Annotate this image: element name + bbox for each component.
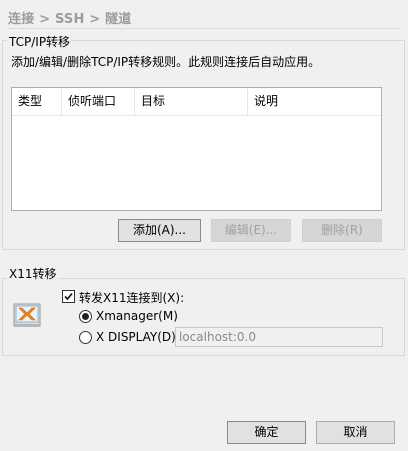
forward-x11-label[interactable]: 转发X11连接到(X): [79, 289, 184, 306]
edit-rule-button[interactable]: 编辑(E)... [211, 219, 291, 242]
tunnel-rules-list[interactable]: 类型 侦听端口 目标 说明 [11, 87, 382, 211]
x-display-input[interactable]: localhost:0.0 [175, 327, 383, 347]
forward-x11-checkbox[interactable] [62, 290, 75, 303]
x-display-radio[interactable] [79, 331, 92, 344]
xmanager-icon [12, 298, 44, 330]
add-rule-button[interactable]: 添加(A)... [118, 219, 201, 242]
breadcrumb: 连接 > SSH > 隧道 [8, 12, 132, 27]
column-header-description[interactable]: 说明 [248, 88, 381, 115]
xmanager-radio[interactable] [79, 310, 92, 323]
ok-button[interactable]: 确定 [227, 421, 306, 444]
column-header-listen-port[interactable]: 侦听端口 [62, 88, 135, 115]
column-header-destination[interactable]: 目标 [135, 88, 248, 115]
delete-rule-button[interactable]: 删除(R) [302, 219, 382, 242]
tcp-forwarding-description: 添加/编辑/删除TCP/IP转移规则。此规则连接后自动应用。 [11, 55, 321, 69]
x11-forwarding-group-title: X11转移 [7, 265, 59, 282]
header-divider [8, 28, 400, 29]
cancel-button[interactable]: 取消 [316, 421, 395, 444]
xmanager-radio-dot [82, 313, 89, 320]
xmanager-radio-label[interactable]: Xmanager(M) [96, 309, 178, 323]
x-display-radio-label[interactable]: X DISPLAY(D): [96, 330, 180, 344]
column-header-type[interactable]: 类型 [12, 88, 62, 115]
tcp-forwarding-group-title: TCP/IP转移 [7, 33, 73, 50]
tunnel-rules-list-header: 类型 侦听端口 目标 说明 [12, 88, 381, 116]
